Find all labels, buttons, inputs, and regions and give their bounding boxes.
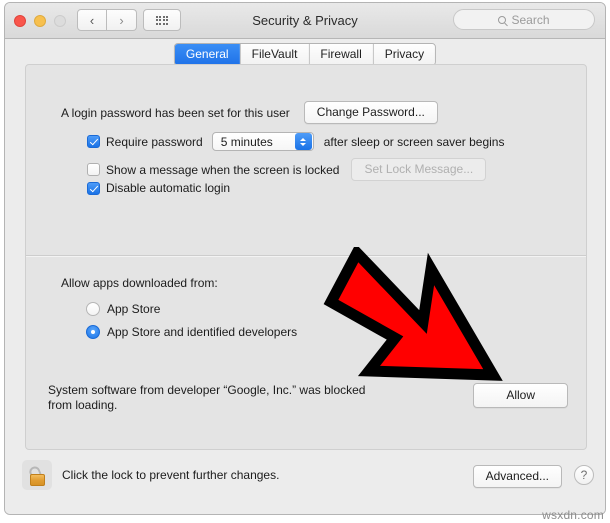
disable-auto-login-checkbox[interactable]	[87, 181, 100, 195]
disable-auto-login-label: Disable automatic login	[106, 181, 231, 195]
footer-bar: Click the lock to prevent further change…	[5, 452, 605, 514]
allow-apps-heading-row: Allow apps downloaded from:	[61, 276, 218, 290]
disable-auto-login-row: Disable automatic login	[87, 181, 230, 195]
require-password-checkbox[interactable]	[87, 135, 100, 148]
show-lock-message-label: Show a message when the screen is locked	[106, 162, 340, 177]
screenshot-root: ‹ › Security & Privacy Search General Fi…	[0, 0, 610, 523]
identified-developers-radio[interactable]	[86, 325, 100, 339]
lock-button[interactable]	[22, 460, 52, 490]
security-privacy-window: ‹ › Security & Privacy Search General Fi…	[4, 2, 606, 515]
unlocked-padlock-icon	[27, 464, 46, 486]
allow-apps-option-appstore[interactable]: App Store	[86, 302, 160, 316]
login-password-row: A login password has been set for this u…	[61, 101, 438, 124]
window-titlebar: ‹ › Security & Privacy Search	[5, 3, 605, 39]
require-password-label: Require password	[106, 134, 203, 149]
login-password-label: A login password has been set for this u…	[61, 105, 290, 120]
show-lock-message-checkbox[interactable]	[87, 163, 100, 176]
advanced-button[interactable]: Advanced...	[472, 465, 562, 488]
watermark: wsxdn.com	[542, 508, 604, 522]
blocked-software-message: System software from developer “Google, …	[48, 383, 366, 412]
allow-apps-heading: Allow apps downloaded from:	[61, 276, 218, 290]
appstore-radio[interactable]	[86, 302, 100, 316]
allow-button[interactable]: Allow	[473, 383, 568, 408]
require-password-delay-select[interactable]: 5 minutes	[211, 132, 314, 151]
general-pane: A login password has been set for this u…	[25, 64, 587, 450]
tab-general[interactable]: General	[174, 44, 240, 65]
tab-bar: General FileVault Firewall Privacy	[5, 39, 605, 67]
change-password-button[interactable]: Change Password...	[303, 101, 438, 124]
search-placeholder: Search	[511, 12, 550, 27]
tab-firewall[interactable]: Firewall	[308, 44, 373, 65]
screen-lock-message-row: Show a message when the screen is locked…	[87, 158, 487, 181]
allow-apps-option-identified-developers[interactable]: App Store and identified developers	[86, 325, 297, 339]
tab-group: General FileVault Firewall Privacy	[173, 43, 437, 66]
tab-filevault[interactable]: FileVault	[239, 44, 309, 65]
require-password-suffix-label: after sleep or screen saver begins	[323, 134, 505, 149]
tab-privacy[interactable]: Privacy	[372, 44, 436, 65]
section-divider	[26, 255, 586, 256]
appstore-radio-label: App Store	[107, 302, 161, 316]
chevron-updown-icon	[294, 133, 312, 150]
require-password-delay-value: 5 minutes	[220, 134, 273, 149]
require-password-row: Require password 5 minutes after sleep o…	[87, 132, 504, 151]
set-lock-message-button: Set Lock Message...	[351, 158, 487, 181]
lock-hint-text: Click the lock to prevent further change…	[62, 468, 280, 482]
help-button[interactable]: ?	[574, 465, 594, 485]
search-icon	[498, 15, 507, 24]
search-field[interactable]: Search	[453, 9, 595, 30]
identified-developers-radio-label: App Store and identified developers	[107, 325, 298, 339]
